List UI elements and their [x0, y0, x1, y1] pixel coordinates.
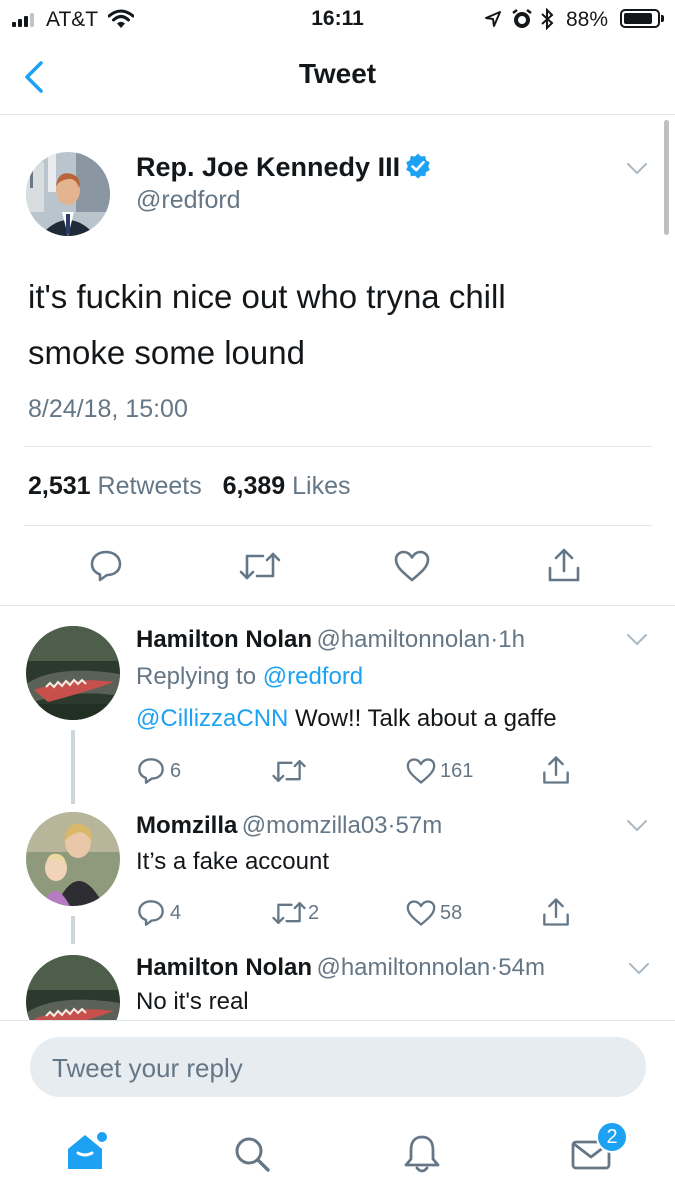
- reply-time: 1h: [498, 626, 525, 653]
- retweets-count: 2,531: [28, 472, 91, 500]
- divider: [24, 446, 652, 447]
- reply-header: Momzilla @momzilla03·57m: [136, 812, 442, 840]
- messages-badge: 2: [596, 1121, 628, 1153]
- share-icon[interactable]: [546, 546, 582, 584]
- reply-options-chevron-icon[interactable]: [626, 819, 648, 833]
- retweet-icon[interactable]: [271, 899, 307, 927]
- replying-to-handle[interactable]: @redford: [263, 663, 363, 690]
- reply-clip: Hamilton Nolan @hamiltonnolan·54m No it'…: [0, 940, 675, 1020]
- likes-label: Likes: [292, 472, 351, 500]
- divider: [24, 525, 652, 526]
- verified-badge-icon: [406, 153, 430, 179]
- notifications-icon[interactable]: [401, 1133, 443, 1175]
- battery-percent: 88%: [566, 8, 609, 31]
- thread-line: [71, 730, 75, 804]
- reply-text: @CillizzaCNN Wow!! Talk about a gaffe: [136, 705, 557, 733]
- reply-options-chevron-icon[interactable]: [628, 962, 650, 976]
- reply-icon[interactable]: [136, 756, 166, 786]
- status-bar: AT&T 16:11 88%: [0, 0, 675, 40]
- reply-author-name[interactable]: Hamilton Nolan: [136, 954, 312, 981]
- retweet-icon[interactable]: [238, 550, 282, 582]
- navigation-header: Tweet: [0, 40, 675, 115]
- replying-to-prefix: Replying to: [136, 663, 257, 690]
- reply-author-name[interactable]: Momzilla: [136, 812, 237, 839]
- like-icon[interactable]: [393, 549, 431, 583]
- engagement-stats: 2,531 Retweets 6,389 Likes: [28, 472, 350, 501]
- retweets-stat[interactable]: 2,531 Retweets: [28, 472, 209, 500]
- divider: [0, 605, 675, 606]
- reply-icon[interactable]: [88, 548, 124, 584]
- tab-bar: 2: [0, 1115, 675, 1200]
- tweet-text-line-2: smoke some lound: [28, 334, 305, 371]
- reply-avatar[interactable]: [26, 955, 120, 1020]
- retweet-count: 2: [308, 902, 320, 924]
- like-count: 161: [440, 760, 474, 782]
- bluetooth-icon: [541, 8, 554, 30]
- reply-icon[interactable]: [136, 898, 166, 928]
- author-name[interactable]: Rep. Joe Kennedy III: [136, 152, 400, 183]
- likes-stat[interactable]: 6,389 Likes: [223, 472, 351, 500]
- reply-body: It’s a fake account: [136, 848, 330, 875]
- reply-author-name[interactable]: Hamilton Nolan: [136, 626, 312, 653]
- composer-placeholder: Tweet your reply: [52, 1053, 243, 1083]
- battery-icon: [620, 9, 664, 28]
- likes-count: 6,389: [222, 472, 286, 500]
- like-icon[interactable]: [405, 899, 437, 927]
- author-avatar[interactable]: [26, 152, 110, 236]
- reply-author-handle[interactable]: @momzilla03: [242, 812, 388, 839]
- reply-composer[interactable]: Tweet your reply: [30, 1037, 646, 1097]
- share-icon[interactable]: [541, 896, 571, 928]
- tweet-options-chevron-icon[interactable]: [626, 162, 648, 176]
- reply-avatar[interactable]: [26, 626, 120, 720]
- reply-options-chevron-icon[interactable]: [626, 633, 648, 647]
- reply-count: 4: [170, 902, 182, 924]
- reply-time: 57m: [395, 812, 443, 839]
- reply-body: Wow!! Talk about a gaffe: [295, 705, 557, 732]
- like-count: 58: [440, 902, 463, 924]
- tweet-text-line-1: it's fuckin nice out who tryna chill: [28, 278, 506, 315]
- battery-fill: [624, 13, 652, 24]
- location-arrow-icon: [485, 11, 501, 27]
- reply-count: 6: [170, 760, 182, 782]
- messages-badge-count: 2: [606, 1126, 618, 1148]
- retweets-label: Retweets: [97, 472, 202, 500]
- scroll-indicator[interactable]: [664, 120, 669, 235]
- tweet-timestamp[interactable]: 8/24/18, 15:00: [28, 395, 188, 424]
- search-icon[interactable]: [232, 1134, 272, 1174]
- reply-time: 54m: [498, 954, 545, 981]
- replying-to: Replying to @redford: [136, 663, 363, 691]
- page-title: Tweet: [298, 58, 377, 89]
- share-icon[interactable]: [541, 754, 571, 786]
- reply-header: Hamilton Nolan @hamiltonnolan·1h: [136, 626, 525, 654]
- reply-body: No it's real: [136, 988, 249, 1015]
- alarm-icon: [512, 9, 532, 28]
- retweet-icon[interactable]: [271, 757, 307, 785]
- separator-dot: ·: [387, 812, 396, 839]
- reply-author-handle[interactable]: @hamiltonnolan: [316, 954, 490, 981]
- reply-header: Hamilton Nolan @hamiltonnolan·54m: [136, 954, 545, 982]
- like-icon[interactable]: [405, 757, 437, 785]
- mention-link[interactable]: @CillizzaCNN: [136, 705, 288, 732]
- home-icon[interactable]: [64, 1129, 108, 1173]
- reply-author-handle[interactable]: @hamiltonnolan: [316, 626, 490, 653]
- reply-avatar[interactable]: [26, 812, 120, 906]
- divider: [0, 1020, 675, 1021]
- author-handle[interactable]: @redford: [136, 186, 241, 215]
